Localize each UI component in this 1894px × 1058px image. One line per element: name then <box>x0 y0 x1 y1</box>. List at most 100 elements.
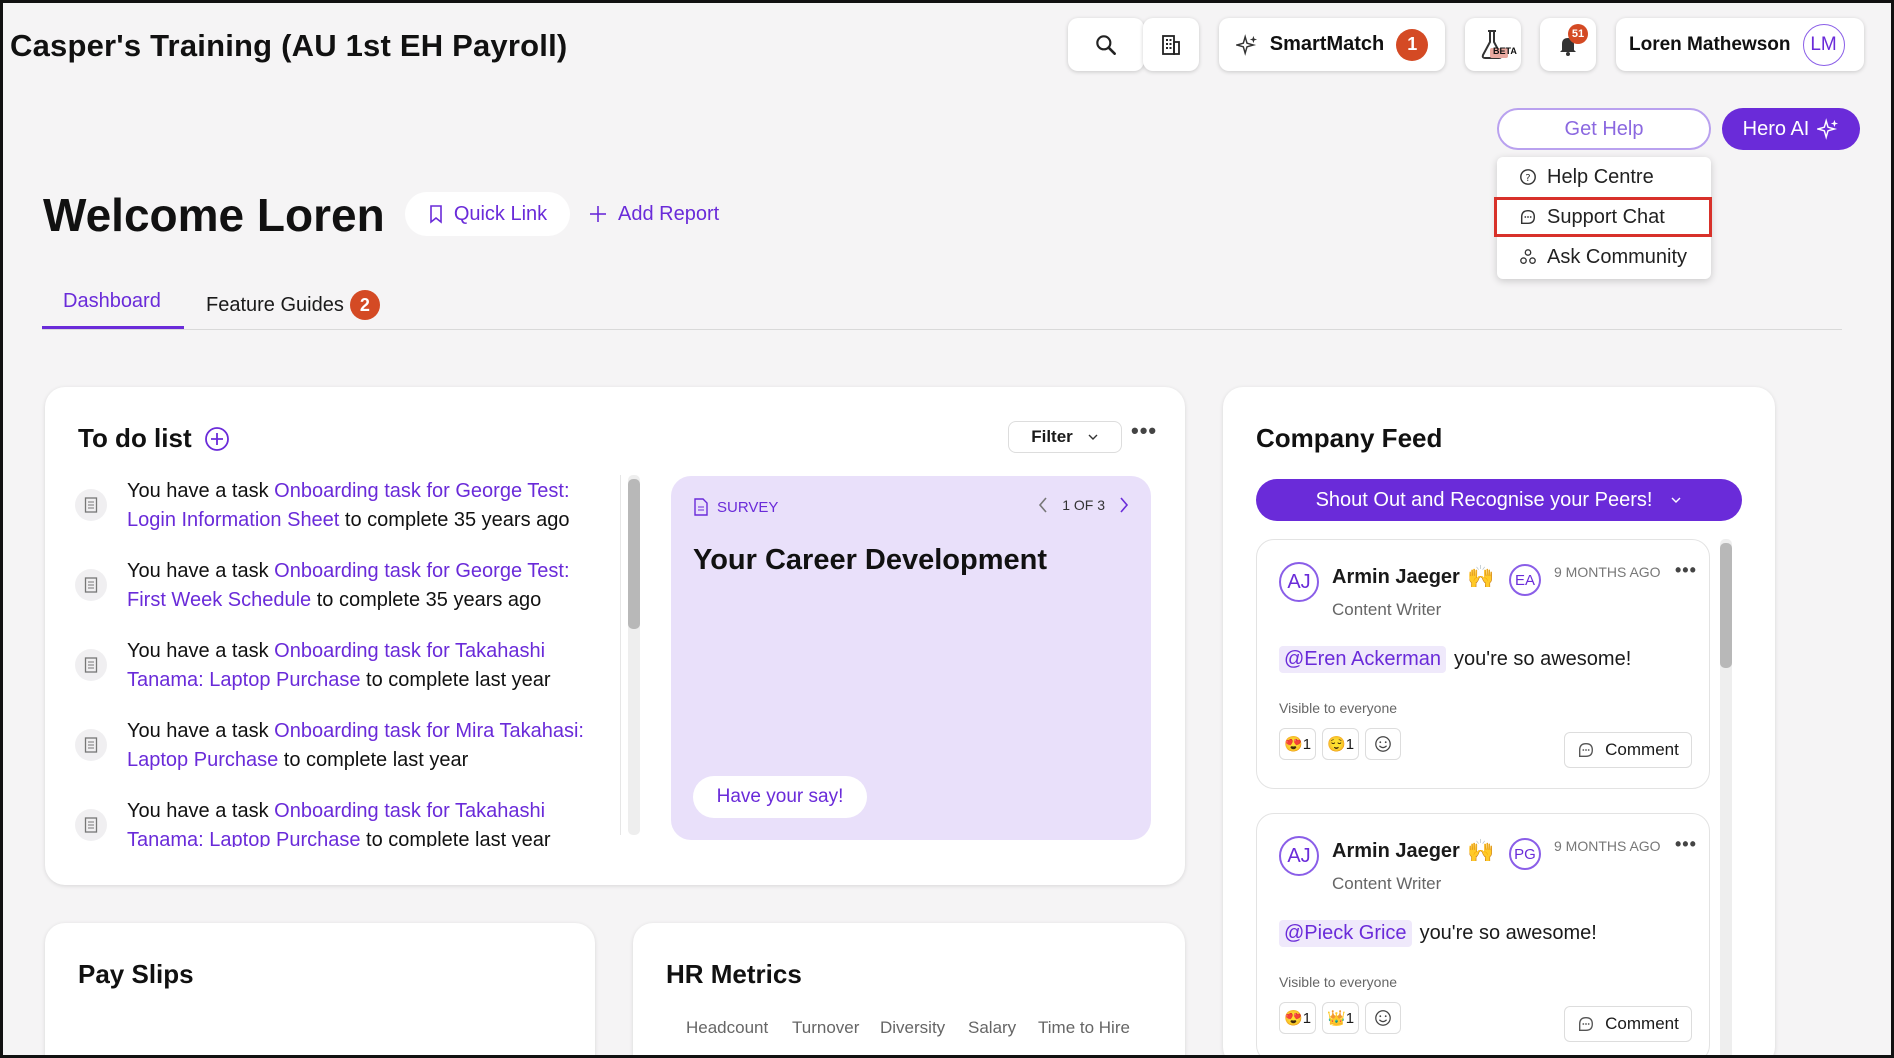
todo-clip: You have a task Onboarding task for Taka… <box>45 797 620 847</box>
have-your-say-button[interactable]: Have your say! <box>693 776 867 818</box>
recipient-avatar: PG <box>1509 838 1541 870</box>
search-button[interactable] <box>1068 18 1144 71</box>
survey-card: SURVEY 1 OF 3 Your Career Development Ha… <box>671 476 1151 840</box>
post-text: you're so awesome! <box>1419 922 1597 944</box>
support-chat-item[interactable]: Support Chat <box>1494 197 1712 237</box>
user-name: Loren Mathewson <box>1629 33 1791 55</box>
post-more-icon[interactable]: ••• <box>1675 834 1697 855</box>
todo-title-row: To do list <box>78 423 230 454</box>
comment-button[interactable]: Comment <box>1564 732 1692 768</box>
add-task-icon[interactable] <box>204 426 230 452</box>
comment-button[interactable]: Comment <box>1564 1006 1692 1042</box>
document-icon <box>75 569 107 601</box>
tab-headcount[interactable]: Headcount <box>686 1018 768 1038</box>
building-icon <box>1162 34 1180 55</box>
post-text: you're so awesome! <box>1454 648 1632 670</box>
todo-item-text: You have a task Onboarding task for Geor… <box>127 480 570 531</box>
survey-tag-label: SURVEY <box>717 498 779 516</box>
author-avatar: AJ <box>1279 836 1319 876</box>
hero-ai-button[interactable]: Hero AI <box>1722 108 1860 150</box>
todo-item[interactable]: You have a task Onboarding task for Geor… <box>75 477 605 535</box>
tab-active-indicator <box>42 326 184 329</box>
post-author-role: Content Writer <box>1332 600 1442 619</box>
feature-guides-badge: 2 <box>349 290 380 320</box>
smiley-icon <box>1375 1010 1391 1026</box>
reaction-button[interactable]: 😍 1 <box>1279 728 1317 760</box>
quick-link-button[interactable]: Quick Link <box>405 192 570 236</box>
reaction-button[interactable]: 😍 1 <box>1279 1002 1317 1034</box>
feed-scrollbar[interactable] <box>1720 543 1732 668</box>
tab-time-to-hire[interactable]: Time to Hire <box>1038 1018 1130 1038</box>
tab-feature-guides[interactable]: Feature Guides 2 <box>206 290 380 320</box>
tab-salary[interactable]: Salary <box>968 1018 1016 1038</box>
todo-scrollbar[interactable] <box>628 479 640 629</box>
chat-icon <box>1579 743 1594 757</box>
company-feed-title: Company Feed <box>1256 423 1443 453</box>
survey-title: Your Career Development <box>693 544 1048 576</box>
chevron-right-icon[interactable] <box>1119 496 1129 514</box>
todo-item-text: You have a task Onboarding task for Mira… <box>127 720 584 771</box>
reaction-bar: 😍 1 😌 1 <box>1279 728 1402 760</box>
chevron-left-icon[interactable] <box>1038 496 1048 514</box>
ask-community-item[interactable]: Ask Community <box>1497 237 1711 277</box>
get-help-button[interactable]: Get Help <box>1497 108 1711 150</box>
todo-title: To do list <box>78 423 192 453</box>
document-icon <box>75 809 107 841</box>
svg-text:?: ? <box>1525 173 1530 184</box>
reaction-bar: 😍 1 👑 1 <box>1279 1002 1402 1034</box>
tab-diversity[interactable]: Diversity <box>880 1018 945 1038</box>
tab-turnover[interactable]: Turnover <box>792 1018 859 1038</box>
smartmatch-button[interactable]: SmartMatch 1 <box>1219 18 1445 71</box>
flask-icon <box>1481 29 1508 59</box>
search-icon <box>1096 34 1116 55</box>
quick-link-label: Quick Link <box>453 202 548 225</box>
app-title: Casper's Training (AU 1st EH Payroll) <box>10 28 568 63</box>
user-menu-button[interactable]: Loren Mathewson LM <box>1616 18 1864 71</box>
todo-item[interactable]: You have a task Onboarding task for Mira… <box>75 717 605 775</box>
document-icon <box>75 489 107 521</box>
document-icon <box>75 729 107 761</box>
beta-labs-button[interactable]: BETA <box>1465 18 1521 71</box>
mention-tag[interactable]: @Pieck Grice <box>1279 920 1412 947</box>
company-button[interactable] <box>1143 18 1199 71</box>
question-icon: ? <box>1520 169 1536 185</box>
raised-hands-icon: 🙌 <box>1467 838 1495 863</box>
add-reaction-button[interactable] <box>1365 1002 1402 1034</box>
chevron-down-icon <box>1671 497 1681 503</box>
todo-item[interactable]: You have a task Onboarding task for Taka… <box>75 637 605 695</box>
notifications-badge: 51 <box>1568 24 1588 44</box>
notifications-button[interactable]: 51 <box>1540 18 1596 71</box>
comment-label: Comment <box>1605 1014 1679 1033</box>
todo-more-icon[interactable]: ••• <box>1131 418 1157 444</box>
help-centre-label: Help Centre <box>1547 165 1654 188</box>
filter-dropdown[interactable]: Filter <box>1008 421 1122 453</box>
post-time: 9 MONTHS AGO <box>1554 838 1661 854</box>
reaction-button[interactable]: 😌 1 <box>1322 728 1360 760</box>
shout-out-button[interactable]: Shout Out and Recognise your Peers! <box>1256 479 1742 521</box>
ask-community-label: Ask Community <box>1547 245 1688 268</box>
feed-post: AJ Armin Jaeger 🙌 PG 9 MONTHS AGO ••• Co… <box>1256 813 1710 1058</box>
support-chat-label: Support Chat <box>1547 205 1665 228</box>
todo-item[interactable]: You have a task Onboarding task for Geor… <box>75 557 605 615</box>
post-author: Armin Jaeger <box>1332 566 1460 588</box>
reaction-button[interactable]: 👑 1 <box>1322 1002 1360 1034</box>
user-avatar: LM <box>1802 23 1845 66</box>
survey-pager: 1 OF 3 <box>1038 496 1129 514</box>
post-author-role: Content Writer <box>1332 874 1442 893</box>
visibility-text: Visible to everyone <box>1279 974 1398 990</box>
sparkle-icon <box>1235 33 1257 56</box>
todo-item[interactable]: You have a task Onboarding task for Taka… <box>75 797 605 847</box>
chevron-down-icon <box>1088 434 1098 440</box>
tab-feature-guides-label: Feature Guides <box>206 293 344 316</box>
tab-dashboard[interactable]: Dashboard <box>63 290 161 313</box>
plus-icon <box>590 206 606 222</box>
help-centre-item[interactable]: ? Help Centre <box>1497 157 1711 197</box>
post-more-icon[interactable]: ••• <box>1675 560 1697 581</box>
raised-hands-icon: 🙌 <box>1467 564 1495 589</box>
help-dropdown-menu: ? Help Centre Support Chat Ask Community <box>1494 157 1712 279</box>
add-reaction-button[interactable] <box>1365 728 1402 760</box>
todo-item-text: You have a task Onboarding task for Taka… <box>127 797 605 847</box>
mention-tag[interactable]: @Eren Ackerman <box>1279 646 1447 673</box>
add-report-button[interactable]: Add Report <box>588 192 719 236</box>
post-message: @Eren Ackerman you're so awesome! <box>1279 646 1631 673</box>
